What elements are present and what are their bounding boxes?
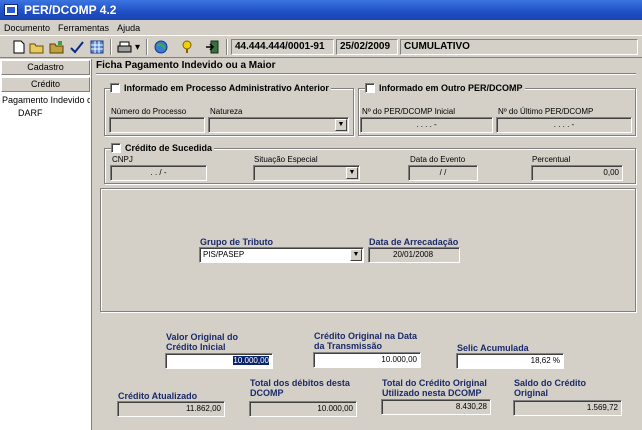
chevron-down-icon[interactable]: ▼ [335,119,347,131]
numero-processo-label: Número do Processo [111,107,187,116]
selic-field[interactable]: 18,62 % [456,353,564,369]
exit-icon[interactable] [204,39,221,55]
total-debitos-field: 10.000,00 [249,401,357,417]
numero-processo-field[interactable] [109,117,205,133]
toolbar-separator [226,39,228,55]
sucedida-checkbox[interactable]: Crédito de Sucedida [111,143,215,153]
situacao-especial-label: Situação Especial [254,155,318,164]
checkbox-box[interactable] [365,83,375,93]
menu-documento[interactable]: Documento [0,23,54,33]
grupo-tributo-select[interactable]: PIS/PASEP ▼ [199,247,364,263]
percentual-field[interactable]: 0,00 [531,165,623,181]
grid-icon[interactable] [88,39,105,55]
title-divider [96,73,636,75]
window-title: PER/DCOMP 4.2 [24,3,117,17]
checkbox-box[interactable] [110,83,120,93]
print-icon[interactable] [116,39,133,55]
outro-perdcomp-checkbox[interactable]: Informado em Outro PER/DCOMP [365,83,525,93]
data-arrecadacao-field[interactable]: 20/01/2008 [368,247,460,263]
cadastro-button[interactable]: Cadastro [1,60,90,75]
menu-bar: Documento Ferramentas Ajuda [0,20,642,35]
toolbar-separator [146,39,148,55]
credito-atualizado-field: 11.862,00 [117,401,225,417]
open-icon[interactable] [28,39,45,55]
proc-adm-checkbox[interactable]: Informado em Processo Administrativo Ant… [110,83,331,93]
grupo-tributo-value: PIS/PASEP [203,250,245,259]
print-dropdown-icon[interactable]: ▾ [133,39,142,55]
folder-icon[interactable] [48,39,65,55]
menu-ajuda[interactable]: Ajuda [113,23,144,33]
date-display: 25/02/2009 [336,39,398,55]
perdcomp-inicial-label: Nº do PER/DCOMP Inicial [362,107,456,116]
selic-label: Selic Acumulada [457,343,529,353]
chevron-down-icon[interactable]: ▼ [350,249,362,261]
grupo-tributo-label: Grupo de Tributo [200,237,273,247]
data-arrecadacao-label: Data de Arrecadação [369,237,459,247]
total-utilizado-label: Total do Crédito Original Utilizado nest… [382,378,487,398]
outro-perdcomp-label: Informado em Outro PER/DCOMP [379,83,523,93]
data-evento-label: Data do Evento [410,155,466,164]
check-icon[interactable] [68,39,85,55]
menu-ferramentas[interactable]: Ferramentas [54,23,113,33]
perdcomp-inicial-field[interactable]: . . . . - [360,117,493,133]
toolbar-separator [110,39,112,55]
perdcomp-ultimo-label: Nº do Último PER/DCOMP [498,107,594,116]
page-title: Ficha Pagamento Indevido ou a Maior [96,60,276,71]
credito-transmissao-label: Crédito Original na Data da Transmissão [314,331,418,351]
globe-icon[interactable] [152,39,169,55]
proc-adm-label: Informado em Processo Administrativo Ant… [124,83,329,93]
tree-item-darf[interactable]: DARF [18,108,43,118]
new-icon[interactable] [10,39,27,55]
toolbar: ▾ 44.444.444/0001-91 25/02/2009 CUMULATI… [0,35,642,58]
app-icon [4,4,18,16]
help-icon[interactable] [178,39,195,55]
total-utilizado-field: 8.430,28 [381,399,491,415]
total-debitos-label: Total dos débitos desta DCOMP [250,378,350,398]
credito-transmissao-field[interactable]: 10.000,00 [313,352,421,368]
situacao-especial-select[interactable]: ▼ [253,165,360,181]
credito-button[interactable]: Crédito [1,77,90,92]
saldo-credito-field: 1.569,72 [513,400,622,416]
checkbox-box[interactable] [111,143,121,153]
data-evento-field[interactable]: / / [408,165,478,181]
cnpj-label: CNPJ [112,155,133,164]
valor-original-field[interactable]: 10.000,00 [165,353,273,369]
valor-original-value: 10.000,00 [233,356,269,365]
credito-atualizado-label: Crédito Atualizado [118,391,198,401]
cnpj-field[interactable]: . . / - [110,165,207,181]
tree-item-pagamento[interactable]: Pagamento Indevido ou [2,95,90,105]
status-display: CUMULATIVO [400,39,638,55]
percentual-label: Percentual [532,155,571,164]
saldo-credito-label: Saldo do Crédito Original [514,378,586,398]
valor-original-label: Valor Original do Crédito Inicial [166,332,239,352]
sidebar: Cadastro Crédito Pagamento Indevido ou D… [0,59,92,430]
sucedida-label: Crédito de Sucedida [125,143,213,153]
perdcomp-ultimo-field[interactable]: . . . . - [496,117,632,133]
cnpj-display: 44.444.444/0001-91 [231,39,334,55]
natureza-label: Natureza [210,107,243,116]
title-bar: PER/DCOMP 4.2 [0,0,642,20]
chevron-down-icon[interactable]: ▼ [346,167,358,179]
natureza-select[interactable]: ▼ [208,117,349,133]
